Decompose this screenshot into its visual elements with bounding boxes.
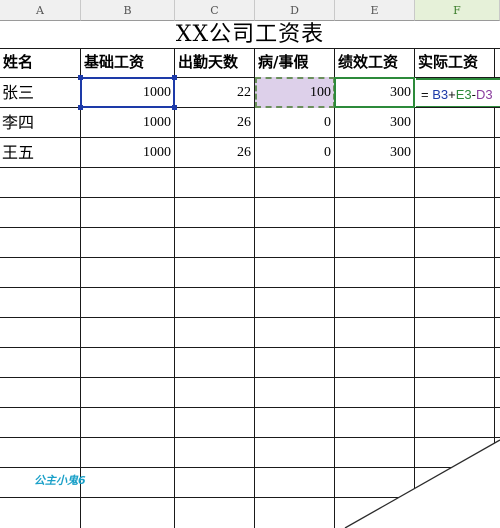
spreadsheet: A B C D E F XX公司工资表 姓名 基础工资 出勤天数 病/事假 绩效… xyxy=(0,0,500,528)
torn-corner-decoration xyxy=(344,439,500,528)
